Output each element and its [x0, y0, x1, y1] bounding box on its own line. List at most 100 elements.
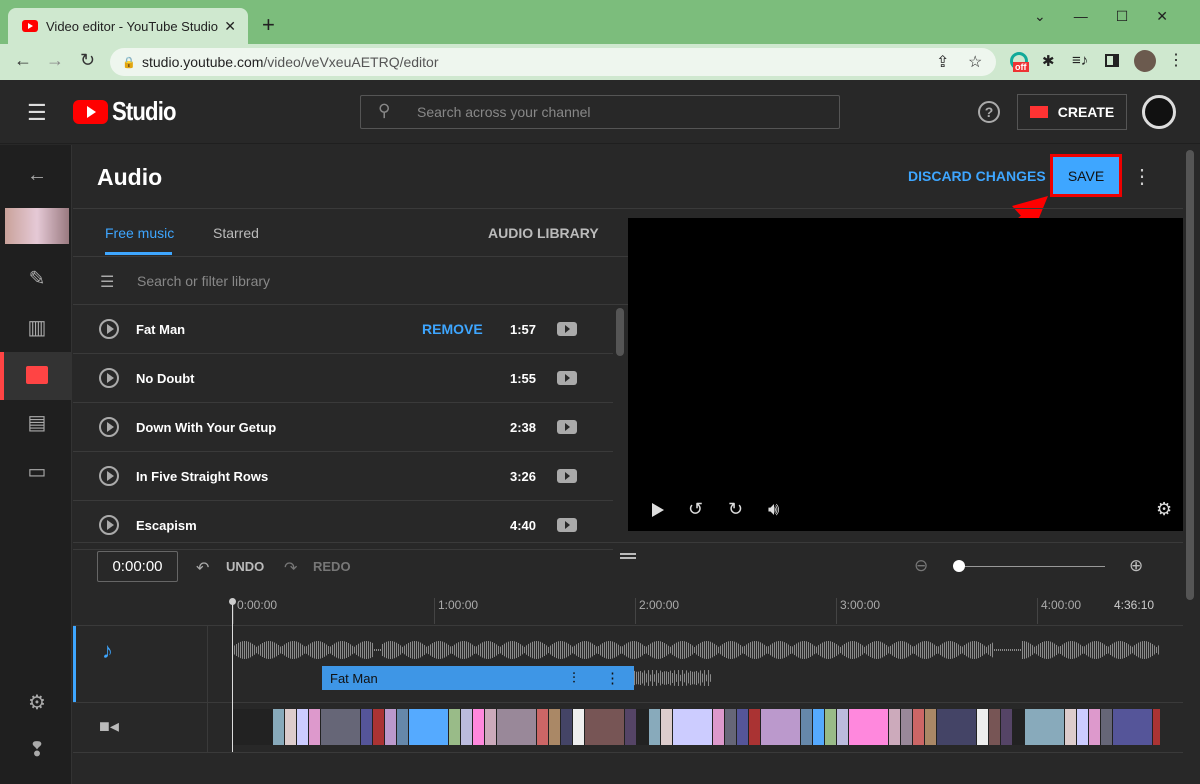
reload-icon[interactable]: ↻	[80, 50, 95, 71]
share-icon[interactable]: ⇪	[936, 52, 949, 72]
play-icon[interactable]	[652, 503, 664, 517]
video-preview[interactable]: ↺ ↻ 🔊︎ ⚙	[628, 218, 1183, 531]
zoom-slider-thumb[interactable]	[953, 560, 965, 572]
video-frame	[749, 709, 761, 745]
save-button[interactable]: SAVE	[1050, 154, 1122, 197]
media-control-icon[interactable]: ≡♪	[1072, 52, 1088, 69]
video-frame	[1089, 709, 1101, 745]
video-frame	[1001, 709, 1013, 745]
sidebar: ← ✎ ▥ ▤ ▭ ⚙ ❢	[0, 145, 72, 784]
hamburger-menu-icon[interactable]: ☰	[27, 100, 47, 126]
volume-icon[interactable]: 🔊︎	[768, 499, 779, 520]
video-settings-icon[interactable]: ⚙	[1156, 499, 1172, 520]
play-track-icon[interactable]	[99, 515, 119, 535]
zoom-slider[interactable]	[960, 566, 1105, 567]
zoom-out-icon[interactable]: ⊖	[914, 556, 928, 576]
divider	[73, 256, 628, 257]
comments-icon[interactable]: ▤	[26, 413, 48, 433]
divider	[73, 752, 1183, 753]
track-row[interactable]: Fat Man REMOVE 1:57	[73, 305, 613, 354]
more-options-icon[interactable]: ⋮	[1132, 164, 1152, 189]
clip-adjust-icon[interactable]: ⫶	[572, 670, 576, 687]
play-track-icon[interactable]	[99, 417, 119, 437]
video-frame	[937, 709, 977, 745]
puzzle-icon[interactable]: ✱	[1042, 52, 1055, 70]
studio-logo[interactable]: Studio	[112, 96, 176, 127]
new-tab-icon[interactable]: +	[262, 12, 275, 38]
analytics-icon[interactable]: ▥	[26, 318, 48, 338]
forward-icon: →	[46, 50, 64, 70]
play-track-icon[interactable]	[99, 368, 119, 388]
video-thumbnail[interactable]	[5, 208, 69, 244]
library-scrollbar[interactable]	[616, 308, 624, 356]
library-filter-input[interactable]: Search or filter library	[137, 273, 270, 289]
create-button[interactable]: CREATE	[1017, 94, 1127, 130]
undo-button[interactable]: UNDO	[226, 559, 264, 574]
youtube-icon[interactable]	[557, 322, 577, 336]
side-panel-icon[interactable]	[1105, 54, 1119, 67]
extension-icon[interactable]: off	[1010, 52, 1029, 72]
edit-pencil-icon[interactable]: ✎	[26, 269, 48, 289]
video-filmstrip[interactable]	[233, 709, 1160, 745]
video-frame	[549, 709, 561, 745]
browser-tab[interactable]: Video editor - YouTube Studio ✕	[8, 8, 248, 44]
zoom-in-icon[interactable]: ⊕	[1129, 556, 1143, 576]
page-scrollbar[interactable]	[1186, 150, 1194, 600]
video-frame	[497, 709, 537, 745]
discard-changes-button[interactable]: DISCARD CHANGES	[908, 168, 1046, 184]
video-frame	[1025, 709, 1065, 745]
account-avatar[interactable]	[1142, 95, 1176, 129]
track-row[interactable]: No Doubt 1:55	[73, 354, 613, 403]
video-frame	[649, 709, 661, 745]
feedback-icon[interactable]: ❢	[26, 740, 48, 760]
subtitles-icon[interactable]: ▭	[26, 462, 48, 482]
window-controls[interactable]: ⌄—☐✕	[1034, 8, 1196, 25]
youtube-icon[interactable]	[557, 420, 577, 434]
url-field[interactable]: 🔒 studio.youtube.com/video/veVxeuAETRQ/e…	[110, 48, 996, 76]
play-track-icon[interactable]	[99, 466, 119, 486]
video-frame	[573, 709, 585, 745]
video-frame	[273, 709, 285, 745]
playhead-handle[interactable]	[229, 598, 236, 605]
current-time-field[interactable]: 0:00:00	[97, 551, 178, 582]
filter-icon[interactable]: ☰	[100, 272, 114, 292]
video-frame	[285, 709, 297, 745]
track-duration: 1:57	[510, 321, 537, 337]
youtube-icon[interactable]	[557, 518, 577, 532]
audio-library-link[interactable]: AUDIO LIBRARY	[488, 225, 599, 241]
help-icon[interactable]: ?	[978, 101, 1000, 123]
undo-icon[interactable]: ↶	[196, 558, 209, 578]
back-arrow-icon[interactable]: ←	[26, 165, 48, 185]
close-tab-icon[interactable]: ✕	[224, 18, 236, 35]
track-row[interactable]: In Five Straight Rows 3:26	[73, 452, 613, 501]
track-duration: 1:55	[510, 370, 537, 386]
remove-button[interactable]: REMOVE	[422, 321, 483, 337]
back-icon[interactable]: ←	[14, 50, 32, 71]
video-frame	[361, 709, 373, 745]
video-frame	[1101, 709, 1113, 745]
channel-search-input[interactable]: Search across your channel	[360, 95, 840, 129]
star-icon[interactable]: ☆	[968, 52, 982, 72]
sidebar-item-editor[interactable]	[0, 352, 72, 400]
audio-clip-fat-man[interactable]: Fat Man ⫶ ⋮	[322, 666, 634, 690]
tab-starred[interactable]: Starred	[213, 225, 259, 241]
ruler-tick: 1:00:00	[434, 598, 478, 624]
playhead[interactable]	[232, 602, 233, 752]
rewind-10-icon[interactable]: ↺	[688, 499, 703, 520]
clip-more-icon[interactable]: ⋮	[605, 669, 620, 687]
browser-menu-icon[interactable]: ⋮	[1168, 50, 1184, 70]
tab-free-music[interactable]: Free music	[105, 225, 174, 241]
youtube-logo-icon[interactable]	[73, 100, 108, 124]
track-title: Escapism	[136, 517, 197, 533]
video-frame	[889, 709, 901, 745]
track-row[interactable]: Down With Your Getup 2:38	[73, 403, 613, 452]
settings-gear-icon[interactable]: ⚙	[26, 693, 48, 713]
play-track-icon[interactable]	[99, 319, 119, 339]
youtube-icon[interactable]	[557, 469, 577, 483]
youtube-icon[interactable]	[557, 371, 577, 385]
forward-10-icon[interactable]: ↻	[728, 499, 743, 520]
resize-handle[interactable]	[620, 553, 636, 559]
divider	[207, 626, 208, 752]
profile-avatar[interactable]	[1134, 50, 1156, 72]
divider	[73, 625, 1183, 626]
